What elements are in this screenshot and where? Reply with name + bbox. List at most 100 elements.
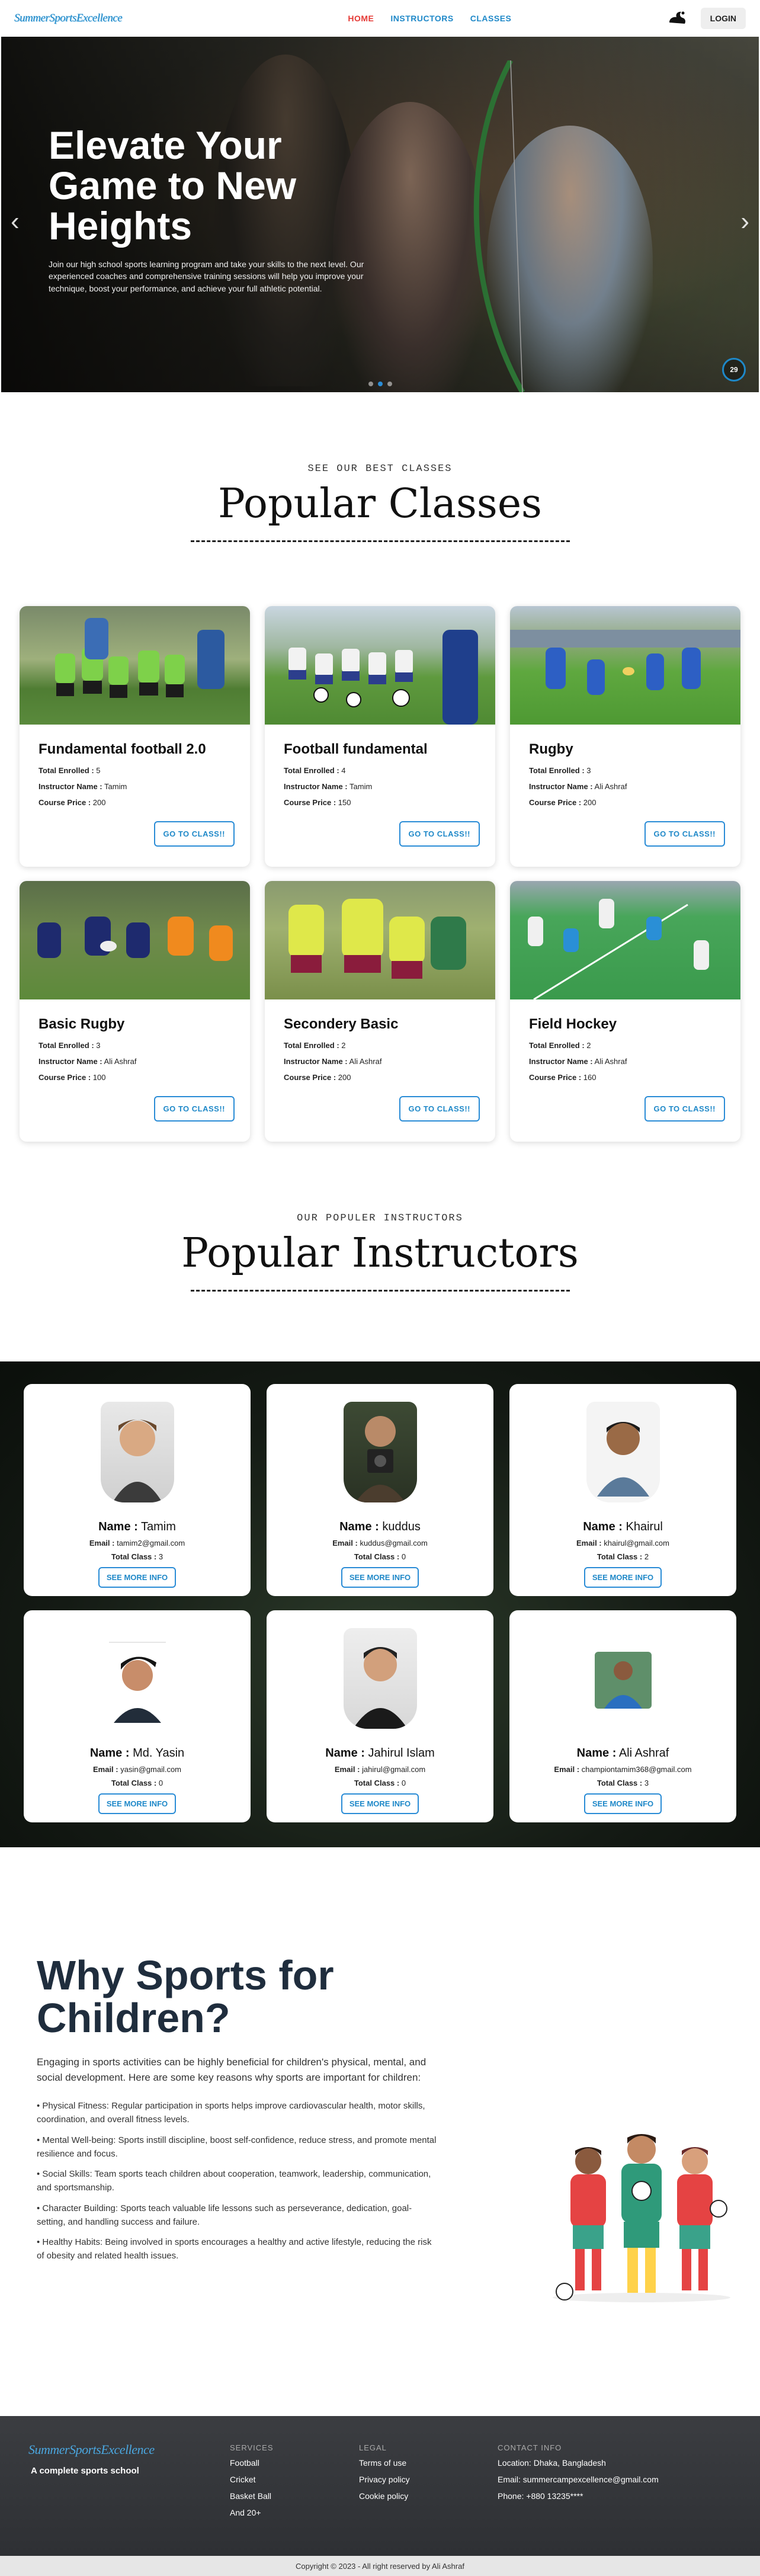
class-body: Secondery Basic Total Enrolled : 2 Instr… xyxy=(265,999,495,1106)
class-enrolled: Total Enrolled : 2 xyxy=(284,1041,346,1050)
hero-description: Join our high school sports learning pro… xyxy=(49,259,364,293)
instructor-total-class: Total Class : 3 xyxy=(597,1779,649,1787)
class-price: Course Price : 160 xyxy=(529,1073,597,1082)
main-nav: HOME INSTRUCTORS CLASSES xyxy=(348,14,511,23)
soccer-players-illustration xyxy=(553,2134,730,2302)
footer-contact-email[interactable]: Email: summercampexcellence@gmail.com xyxy=(498,2475,659,2484)
slider-dot[interactable] xyxy=(368,382,373,386)
class-body: Rugby Total Enrolled : 3 Instructor Name… xyxy=(510,725,740,831)
instructor-name: Name : Tamim xyxy=(98,1520,176,1533)
classes-kicker: SEE OUR BEST CLASSES xyxy=(307,463,453,475)
see-more-info-button[interactable]: SEE MORE INFO xyxy=(583,1567,662,1588)
dashed-divider xyxy=(190,1290,570,1292)
footer-link[interactable]: Football xyxy=(230,2458,274,2468)
footer-copyright: Copyright © 2023 - All right reserved by… xyxy=(0,2556,760,2576)
navbar: SummerSportsExcellence HOME INSTRUCTORS … xyxy=(0,0,760,37)
nav-classes-link[interactable]: CLASSES xyxy=(470,14,512,23)
see-more-info-button[interactable]: SEE MORE INFO xyxy=(341,1793,419,1814)
footer-services-title: SERVICES xyxy=(230,2443,274,2452)
classes-heading: SEE OUR BEST CLASSES Popular Classes xyxy=(0,463,760,542)
go-to-class-button[interactable]: GO TO CLASS!! xyxy=(644,1096,725,1122)
go-to-class-button[interactable]: GO TO CLASS!! xyxy=(399,1096,480,1122)
class-card: Rugby Total Enrolled : 3 Instructor Name… xyxy=(510,606,740,867)
instructor-name: Name : Jahirul Islam xyxy=(325,1747,435,1760)
footer-legal-title: LEGAL xyxy=(359,2443,387,2452)
footer-link[interactable]: Terms of use xyxy=(359,2458,410,2468)
theme-toggle-icon[interactable] xyxy=(666,8,688,29)
class-instructor: Instructor Name : Ali Ashraf xyxy=(284,1057,382,1066)
class-name: Field Hockey xyxy=(529,1016,617,1032)
slider-dot[interactable] xyxy=(387,382,392,386)
footer-logo[interactable]: SummerSportsExcellence xyxy=(28,2442,155,2458)
class-name: Secondery Basic xyxy=(284,1016,399,1032)
class-enrolled: Total Enrolled : 3 xyxy=(39,1041,101,1050)
why-sports-intro: Engaging in sports activities can be hig… xyxy=(37,2056,427,2083)
class-name: Football fundamental xyxy=(284,741,428,757)
class-price: Course Price : 200 xyxy=(39,798,106,807)
class-body: Fundamental football 2.0 Total Enrolled … xyxy=(20,725,250,831)
footer-link[interactable]: Basket Ball xyxy=(230,2491,274,2501)
go-to-class-button[interactable]: GO TO CLASS!! xyxy=(399,821,480,847)
footer-contact-phone[interactable]: Phone: +880 13235**** xyxy=(498,2491,659,2501)
see-more-info-button[interactable]: SEE MORE INFO xyxy=(583,1793,662,1814)
instructor-name: Name : Md. Yasin xyxy=(89,1747,185,1760)
slider-next-icon[interactable]: › xyxy=(740,209,749,235)
why-sports-item: • Social Skills: Team sports teach child… xyxy=(37,2169,431,2193)
class-image xyxy=(20,881,250,999)
class-name: Rugby xyxy=(529,741,573,757)
class-instructor: Instructor Name : Ali Ashraf xyxy=(39,1057,137,1066)
instructor-name: Name : Ali Ashraf xyxy=(576,1747,669,1760)
footer-services: SERVICES Football Cricket Basket Ball An… xyxy=(230,2443,274,2524)
why-sports-item: • Healthy Habits: Being involved in spor… xyxy=(37,2237,432,2261)
slider-pagination xyxy=(368,382,392,386)
class-enrolled: Total Enrolled : 3 xyxy=(529,766,591,775)
login-button[interactable]: LOGIN xyxy=(700,8,746,29)
footer-tagline: A complete sports school xyxy=(31,2466,139,2476)
instructor-email: Email : khairul@gmail.com xyxy=(576,1539,669,1547)
hero-title: Elevate Your Game to New Heights xyxy=(49,123,297,248)
nav-right: LOGIN xyxy=(666,8,746,29)
why-sports-item: • Mental Well-being: Sports instill disc… xyxy=(37,2135,437,2159)
instructor-email: Email : championtamim368@gmail.com xyxy=(554,1765,692,1774)
instructors-heading: OUR POPULER INSTRUCTORS Popular Instruct… xyxy=(0,1213,760,1292)
class-grid: Fundamental football 2.0 Total Enrolled … xyxy=(0,606,760,1142)
instructor-card: Name : Khairul Email : khairul@gmail.com… xyxy=(509,1384,736,1596)
go-to-class-button[interactable]: GO TO CLASS!! xyxy=(644,821,725,847)
why-sports-item: • Character Building: Sports teach valua… xyxy=(37,2203,412,2227)
footer-link[interactable]: Cookie policy xyxy=(359,2491,410,2501)
footer-link[interactable]: Privacy policy xyxy=(359,2475,410,2484)
see-more-info-button[interactable]: SEE MORE INFO xyxy=(341,1567,419,1588)
page-root: SummerSportsExcellence HOME INSTRUCTORS … xyxy=(0,0,760,2576)
go-to-class-button[interactable]: GO TO CLASS!! xyxy=(153,821,235,847)
class-image xyxy=(265,881,495,999)
site-logo[interactable]: SummerSportsExcellence xyxy=(14,12,123,25)
nav-home-link[interactable]: HOME xyxy=(348,14,374,23)
class-image xyxy=(20,606,250,725)
class-name: Fundamental football 2.0 xyxy=(39,741,206,757)
go-to-class-button[interactable]: GO TO CLASS!! xyxy=(153,1096,235,1122)
instructor-email: Email : jahirul@gmail.com xyxy=(334,1765,426,1774)
slider-prev-icon[interactable]: ‹ xyxy=(11,209,20,235)
class-name: Basic Rugby xyxy=(39,1016,125,1032)
instructor-avatar xyxy=(343,1402,417,1502)
why-sports-section: Why Sports for Children? Engaging in spo… xyxy=(0,1847,760,2303)
footer-link[interactable]: Cricket xyxy=(230,2475,274,2484)
instructor-email: Email : tamim2@gmail.com xyxy=(89,1539,185,1547)
slider-dot-active[interactable] xyxy=(377,382,383,386)
nav-instructors-link[interactable]: INSTRUCTORS xyxy=(390,14,453,23)
footer-link[interactable]: And 20+ xyxy=(230,2508,274,2517)
instructor-card: Name : Tamim Email : tamim2@gmail.com To… xyxy=(24,1384,251,1596)
instructor-avatar xyxy=(100,1402,174,1502)
class-price: Course Price : 200 xyxy=(284,1073,351,1082)
see-more-info-button[interactable]: SEE MORE INFO xyxy=(98,1793,177,1814)
class-price: Course Price : 150 xyxy=(284,798,351,807)
dashed-divider xyxy=(190,540,570,542)
instructors-panel: Name : Tamim Email : tamim2@gmail.com To… xyxy=(0,1361,760,1847)
class-instructor: Instructor Name : Ali Ashraf xyxy=(529,1057,627,1066)
hero-slider: Elevate Your Game to New Heights Join ou… xyxy=(1,37,759,392)
slider-autoplay-counter: 29 xyxy=(722,358,746,382)
why-sports-item: • Physical Fitness: Regular participatio… xyxy=(37,2101,425,2125)
instructor-avatar xyxy=(343,1628,417,1729)
see-more-info-button[interactable]: SEE MORE INFO xyxy=(98,1567,177,1588)
footer-contact-title: CONTACT INFO xyxy=(498,2443,562,2452)
